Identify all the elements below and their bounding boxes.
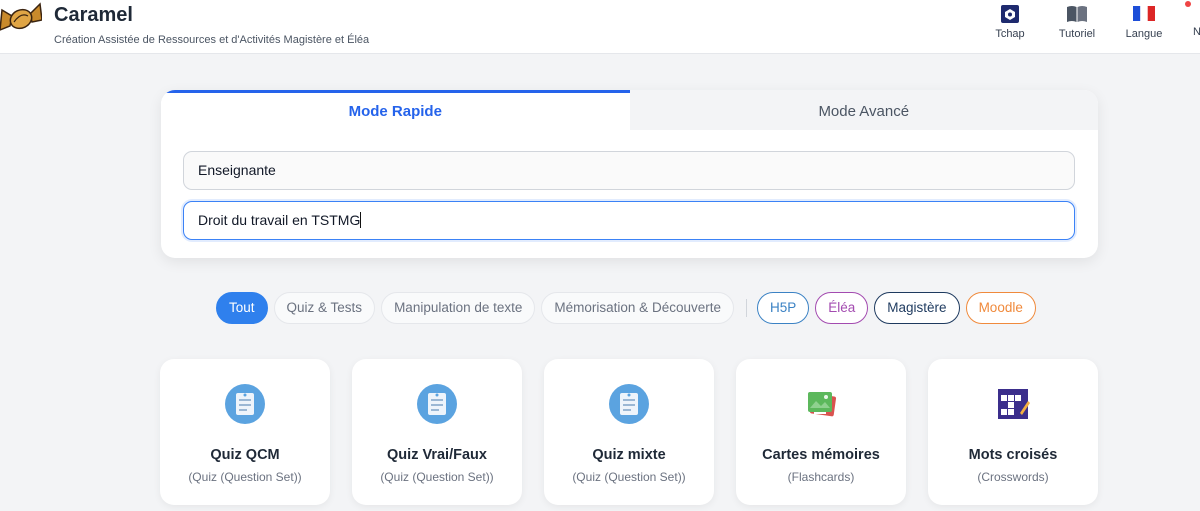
text-caret xyxy=(360,212,362,228)
app-header: Caramel Création Assistée de Ressources … xyxy=(0,0,1200,54)
filter-h5p[interactable]: H5P xyxy=(756,292,810,324)
french-flag-icon xyxy=(1133,6,1155,21)
filter-manipulation-texte[interactable]: Manipulation de texte xyxy=(381,292,536,324)
activity-card-quiz-vrai-faux[interactable]: Quiz Vrai/Faux (Quiz (Question Set)) xyxy=(352,359,522,505)
activity-subtitle: (Quiz (Question Set)) xyxy=(380,470,494,484)
nav-tutoriel-label: Tutoriel xyxy=(1058,28,1096,40)
activity-title: Quiz Vrai/Faux xyxy=(387,447,487,463)
nav-langue[interactable]: Langue xyxy=(1114,4,1174,40)
topic-input-value: Droit du travail en TSTMG xyxy=(198,212,361,228)
activity-title: Quiz mixte xyxy=(592,447,666,463)
tab-mode-rapide[interactable]: Mode Rapide xyxy=(161,90,630,130)
role-input-value: Enseignante xyxy=(198,162,276,178)
crossword-icon xyxy=(998,389,1030,419)
quiz-document-icon xyxy=(609,384,649,424)
app-subtitle: Création Assistée de Ressources et d'Act… xyxy=(54,34,370,46)
nav-tchap-label: Tchap xyxy=(995,28,1025,40)
filter-memorisation-decouverte[interactable]: Mémorisation & Découverte xyxy=(541,292,734,324)
filter-elea[interactable]: Éléa xyxy=(815,292,869,324)
nav-tchap[interactable]: Tchap xyxy=(980,4,1040,40)
caramel-candy-logo[interactable] xyxy=(0,0,42,40)
topic-input[interactable]: Droit du travail en TSTMG xyxy=(183,201,1075,240)
book-icon xyxy=(1067,6,1087,22)
flashcards-icon xyxy=(808,392,837,417)
app-title: Caramel xyxy=(54,4,133,26)
activity-title: Quiz QCM xyxy=(210,447,280,463)
activity-subtitle: (Crosswords) xyxy=(977,470,1049,484)
nav-tutoriel[interactable]: Tutoriel xyxy=(1047,4,1107,40)
quiz-document-icon xyxy=(417,384,457,424)
tab-mode-avance[interactable]: Mode Avancé xyxy=(629,90,1098,130)
generator-card: Mode Rapide Mode Avancé Enseignante Droi… xyxy=(161,90,1098,258)
activity-subtitle: (Flashcards) xyxy=(787,470,855,484)
role-input[interactable]: Enseignante xyxy=(183,151,1075,190)
filter-moodle[interactable]: Moodle xyxy=(965,292,1036,324)
activity-title: Mots croisés xyxy=(968,447,1058,463)
filter-divider xyxy=(745,299,747,317)
activity-card-quiz-qcm[interactable]: Quiz QCM (Quiz (Question Set)) xyxy=(160,359,330,505)
quiz-document-icon xyxy=(225,384,265,424)
mode-tabs: Mode Rapide Mode Avancé xyxy=(161,90,1098,130)
filter-tout[interactable]: Tout xyxy=(216,292,268,324)
notification-dot xyxy=(1185,1,1191,7)
activity-subtitle: (Quiz (Question Set)) xyxy=(572,470,686,484)
activity-title: Cartes mémoires xyxy=(762,447,880,463)
tchap-icon xyxy=(1001,5,1019,23)
activity-card-cartes-memoires[interactable]: Cartes mémoires (Flashcards) xyxy=(736,359,906,505)
activity-card-mots-croises[interactable]: Mots croisés (Crosswords) xyxy=(928,359,1098,505)
activity-subtitle: (Quiz (Question Set)) xyxy=(188,470,302,484)
filter-quiz-tests[interactable]: Quiz & Tests xyxy=(273,292,376,324)
activity-card-quiz-mixte[interactable]: Quiz mixte (Quiz (Question Set)) xyxy=(544,359,714,505)
nav-overflow-label[interactable]: N xyxy=(1193,26,1200,38)
filter-bar: Tout Quiz & Tests Manipulation de texte … xyxy=(216,292,1042,324)
filter-magistere[interactable]: Magistère xyxy=(874,292,960,324)
nav-langue-label: Langue xyxy=(1125,28,1163,40)
